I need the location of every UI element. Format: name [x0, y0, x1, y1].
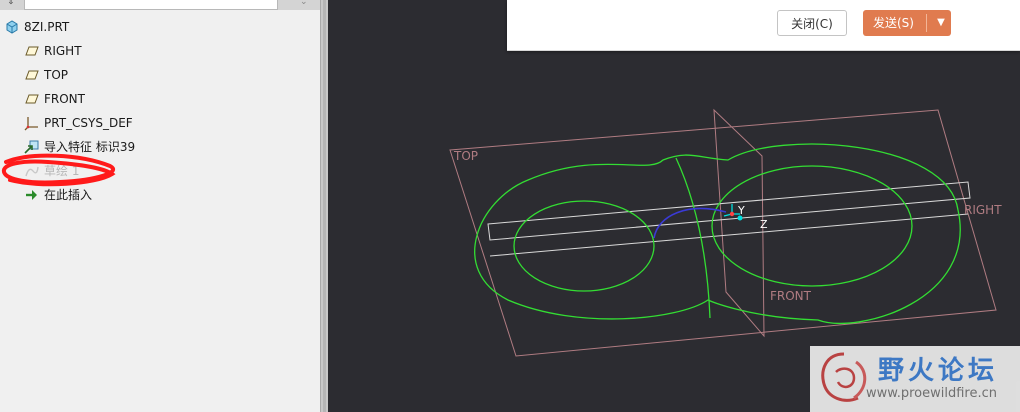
- splitter-grip[interactable]: [323, 0, 326, 412]
- feedback-dialog: 关闭(C) 发送(S) ▼: [507, 0, 1020, 51]
- model-tree-toolbar: ⇕ ⌄: [0, 0, 320, 10]
- outer-sketch-profile: [474, 143, 961, 324]
- send-button-divider: [926, 14, 927, 32]
- tree-item-label: PRT_CSYS_DEF: [44, 116, 133, 130]
- top-datum-label: TOP: [453, 149, 478, 163]
- tree-filter-icon[interactable]: ⇕: [7, 0, 15, 7]
- datum-plane-icon: [25, 94, 39, 104]
- tree-settings-icon[interactable]: ⌄: [300, 0, 308, 7]
- forum-logo-icon: [821, 352, 867, 402]
- chevron-down-icon[interactable]: ▼: [931, 10, 951, 36]
- selected-arc: [653, 207, 727, 239]
- tree-root-label: 8ZI.PRT: [24, 20, 70, 34]
- tree-item-label: FRONT: [44, 92, 85, 106]
- panel-splitter[interactable]: [320, 0, 328, 412]
- top-datum-plane: [449, 109, 997, 357]
- front-datum-plane: [713, 108, 765, 338]
- csys-origin: [729, 211, 735, 217]
- right-inner-circle: [711, 165, 913, 287]
- watermark-url: www.proewildfire.cn: [866, 386, 997, 401]
- tree-item-label: RIGHT: [44, 44, 82, 58]
- right-datum-label: RIGHT: [964, 203, 1002, 217]
- csys-z-label: Z: [760, 218, 768, 231]
- close-button[interactable]: 关闭(C): [777, 10, 847, 36]
- annotation-scribble: [2, 153, 116, 187]
- right-datum-plane: [487, 181, 971, 241]
- tree-item-label: TOP: [44, 68, 69, 82]
- front-datum-label: FRONT: [770, 289, 812, 303]
- datum-plane-icon: [25, 70, 39, 80]
- send-button-label: 发送(S): [873, 16, 914, 30]
- right-datum-edge: [489, 213, 969, 257]
- csys-y-label: Y: [737, 204, 745, 217]
- forum-watermark: 野火论坛 www.proewildfire.cn: [810, 346, 1020, 412]
- tree-search-field[interactable]: [24, 0, 278, 10]
- datum-plane-icon: [25, 46, 39, 56]
- left-inner-circle: [513, 200, 655, 292]
- part-icon: [6, 20, 18, 34]
- watermark-title: 野火论坛: [878, 356, 999, 386]
- send-button[interactable]: 发送(S) ▼: [863, 10, 951, 36]
- csys-icon: [24, 117, 38, 131]
- model-tree-panel: ⇕ ⌄ 8ZI.PRT RIGHT TOP FRONT PRT_CSYS_DEF…: [0, 0, 320, 412]
